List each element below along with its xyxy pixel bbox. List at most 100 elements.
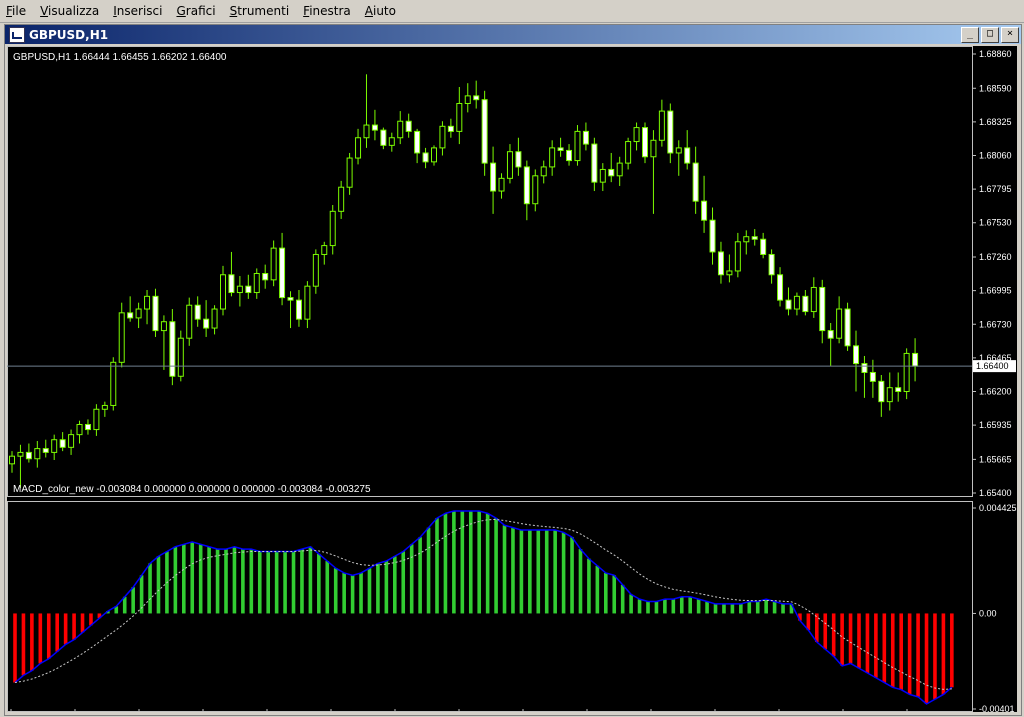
candle-body	[363, 124, 370, 139]
macd-bar	[907, 613, 912, 695]
macd-bar	[409, 544, 414, 614]
macd-bar	[848, 613, 853, 664]
candle-body	[684, 147, 691, 164]
candle-body	[380, 129, 387, 146]
current-price-label: 1.66400	[976, 361, 1009, 371]
menu-aiuto[interactable]: Aiuto	[359, 0, 404, 22]
candle-body	[253, 273, 260, 294]
macd-bar	[182, 544, 186, 614]
restore-button[interactable]: □	[981, 27, 999, 43]
candle-body	[912, 352, 919, 367]
candle-body	[658, 110, 665, 141]
candle-body	[439, 125, 446, 149]
minimize-button[interactable]: _	[961, 27, 979, 43]
macd-bar	[21, 613, 26, 676]
close-button[interactable]: ×	[1001, 27, 1019, 43]
macd-bar	[713, 603, 718, 614]
candle-body	[245, 285, 252, 294]
macd-bar	[38, 613, 43, 664]
menu-inserisci[interactable]: Inserisci	[107, 0, 170, 22]
candle-body	[785, 299, 792, 310]
window-titlebar[interactable]: GBPUSD,H1 _ □ ×	[5, 25, 1021, 44]
macd-bar	[156, 556, 161, 614]
candle-body	[186, 304, 193, 339]
macd-bar	[241, 549, 245, 614]
macd-tick-label: 0.004425	[979, 503, 1017, 513]
macd-bar	[840, 613, 844, 666]
candle-body	[228, 274, 235, 294]
candle-body	[447, 125, 454, 132]
macd-tick-label: -0.00401	[979, 704, 1015, 712]
macd-bar	[198, 544, 203, 614]
candle-body	[135, 308, 142, 319]
macd-bar	[933, 613, 937, 700]
price-tick-label: 1.68060	[979, 151, 1012, 161]
candle-body	[9, 455, 15, 465]
macd-bar	[232, 546, 237, 614]
macd-bar	[629, 594, 633, 614]
candle-body	[110, 361, 117, 406]
macd-bar	[747, 601, 752, 614]
macd-bar	[519, 530, 524, 614]
macd-bar	[865, 613, 870, 674]
candle-body	[903, 352, 910, 392]
candle-body	[869, 371, 876, 382]
candle-body	[701, 200, 708, 221]
macd-average-line	[14, 518, 952, 690]
price-tick-label: 1.65400	[979, 488, 1012, 498]
candle-body	[827, 330, 834, 339]
chart-svg[interactable]: GBPUSD,H1 1.66444 1.66455 1.66202 1.6640…	[7, 46, 1017, 712]
menu-strumenti[interactable]: Strumenti	[224, 0, 298, 22]
menu-visualizza[interactable]: Visualizza	[34, 0, 107, 22]
candle-body	[431, 147, 437, 163]
candle-body	[262, 273, 269, 281]
macd-bar	[604, 572, 608, 614]
macd-bar	[502, 525, 507, 614]
candle-body	[549, 147, 556, 168]
macd-bar	[882, 613, 887, 683]
macd-bar	[80, 613, 85, 633]
macd-bar	[646, 601, 650, 614]
candle-body	[59, 439, 66, 448]
candle-body	[540, 166, 547, 177]
macd-bar	[722, 603, 726, 614]
chart-window-icon	[9, 26, 25, 43]
macd-bar	[266, 551, 270, 614]
macd-bar	[274, 551, 279, 614]
candle-body	[371, 124, 378, 131]
macd-bar	[730, 603, 735, 614]
candle-body	[42, 448, 49, 453]
candle-body	[642, 127, 648, 158]
candle-body	[34, 448, 41, 460]
macd-bar	[55, 613, 59, 652]
candle-body	[76, 423, 83, 436]
macd-bar	[283, 551, 287, 614]
candle-body	[844, 308, 851, 347]
macd-panel-frame	[7, 501, 973, 712]
candle-body	[160, 321, 167, 332]
menu-finestra[interactable]: Finestra	[297, 0, 359, 22]
macd-bar	[468, 510, 473, 614]
price-tick-label: 1.65935	[979, 420, 1012, 430]
macd-bar	[890, 613, 895, 688]
candle-body	[523, 166, 530, 205]
macd-info-label: MACD_color_new -0.003084 0.000000 0.0000…	[13, 484, 371, 495]
menu-grafici[interactable]: Grafici	[170, 0, 223, 22]
candle-body	[498, 177, 505, 192]
candle-body	[279, 247, 286, 299]
candle-body	[346, 157, 353, 188]
candle-body	[456, 102, 463, 132]
macd-bar	[781, 603, 785, 614]
macd-bar	[831, 613, 836, 657]
macd-bar	[950, 613, 954, 688]
macd-bar	[426, 527, 431, 614]
macd-signal-line	[14, 510, 953, 705]
candle-body	[751, 236, 758, 240]
macd-bar	[173, 546, 178, 614]
macd-bar	[544, 530, 549, 614]
price-panel-frame	[7, 46, 973, 497]
macd-bar	[620, 584, 625, 614]
chart-area[interactable]: GBPUSD,H1 1.66444 1.66455 1.66202 1.6640…	[7, 46, 1017, 712]
menu-file[interactable]: File	[0, 0, 34, 22]
price-tick-label: 1.67260	[979, 252, 1012, 262]
